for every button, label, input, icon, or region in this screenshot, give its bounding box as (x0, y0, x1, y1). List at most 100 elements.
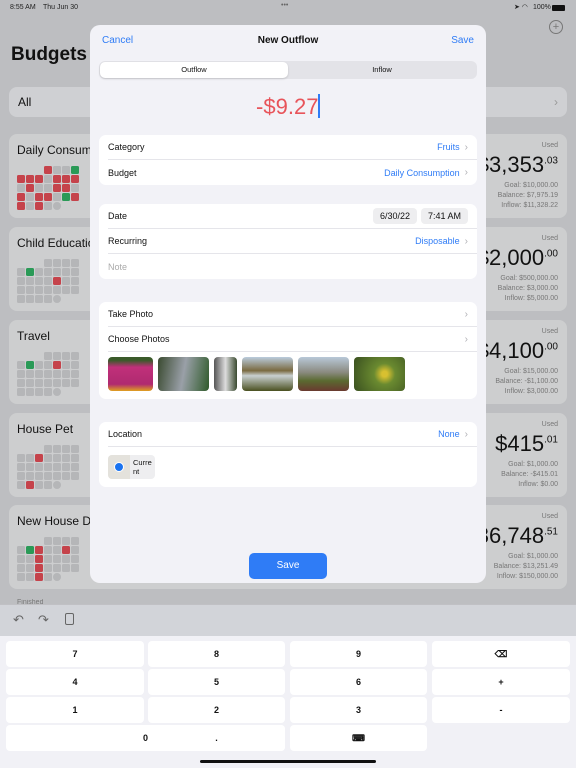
day-cell (62, 175, 70, 183)
note-field[interactable]: Note (108, 254, 477, 279)
day-cell (26, 295, 34, 303)
day-cell (71, 463, 79, 471)
recurring-label: Recurring (108, 236, 148, 246)
key-6[interactable]: 6 (290, 669, 427, 695)
day-cell (35, 370, 43, 378)
redo-icon[interactable]: ↷ (38, 612, 49, 628)
key-4[interactable]: 4 (6, 669, 144, 695)
add-budget-icon[interactable]: + (549, 20, 563, 34)
day-cell (35, 388, 43, 396)
category-group: Category Fruits › Budget Daily Consumption › (99, 135, 477, 185)
inflow-text: Inflow: $11,328.22 (501, 202, 558, 209)
current-location-label: Current (133, 458, 152, 476)
save-button[interactable]: Save (249, 553, 327, 579)
day-cell (35, 295, 43, 303)
key-5[interactable]: 5 (148, 669, 285, 695)
day-cell (17, 463, 25, 471)
location-row[interactable]: Location None › (108, 422, 477, 447)
day-cell (71, 184, 79, 192)
date-row: Date 6/30/22 7:41 AM (108, 204, 477, 229)
budget-stats: Goal: $1,000.00 Balance: -$415.01 Inflow: … (501, 460, 558, 490)
day-cell (53, 361, 61, 369)
day-cell (26, 546, 34, 554)
minus-key[interactable]: - (432, 697, 570, 723)
balance-text: Balance: $7,975.19 (497, 192, 558, 199)
day-cell (44, 352, 52, 360)
dismiss-keyboard-key[interactable]: ⌨ (290, 725, 427, 751)
day-cell (44, 564, 52, 572)
day-cell (62, 445, 70, 453)
day-cell (71, 166, 79, 174)
category-label: Category (108, 142, 145, 152)
amount-field[interactable]: -$9.27 (90, 94, 486, 120)
photo-thumbnail[interactable] (158, 357, 209, 391)
day-cell (44, 555, 52, 563)
day-cell (53, 193, 61, 201)
key-2[interactable]: 2 (148, 697, 285, 723)
day-cell (62, 463, 70, 471)
take-photo-row[interactable]: Take Photo › (108, 302, 477, 327)
day-cell (44, 295, 52, 303)
photo-thumbnail[interactable] (354, 357, 405, 391)
segment-inflow[interactable]: Inflow (288, 62, 476, 78)
key-3[interactable]: 3 (290, 697, 427, 723)
day-cell (53, 537, 61, 545)
day-cell (44, 445, 52, 453)
day-cell (17, 286, 25, 294)
day-cell (62, 564, 70, 572)
photo-thumbnail[interactable] (108, 357, 153, 391)
amount-cents: .00 (544, 248, 558, 260)
plus-key[interactable]: + (432, 669, 570, 695)
amount-whole: $415 (495, 431, 545, 456)
choose-photos-row[interactable]: Choose Photos › (108, 327, 477, 352)
recurring-row[interactable]: Recurring Disposable › (108, 229, 477, 254)
category-row[interactable]: Category Fruits › (108, 135, 477, 160)
day-cell (62, 193, 70, 201)
day-cell (17, 352, 25, 360)
current-location-button[interactable]: Current (108, 455, 155, 479)
day-cell (35, 481, 43, 489)
day-cell (17, 445, 25, 453)
all-label: All (18, 95, 32, 109)
budget-stats: Goal: $500,000.00 Balance: $3,000.00 Inflo… (498, 274, 558, 304)
day-cell (35, 175, 43, 183)
day-cell (53, 184, 61, 192)
day-cell (35, 573, 43, 581)
key-8[interactable]: 8 (148, 641, 285, 667)
save-nav-button[interactable]: Save (451, 35, 474, 46)
goal-text: Goal: $1,000.00 (508, 553, 558, 560)
undo-icon[interactable]: ↶ (13, 612, 24, 628)
budget-row[interactable]: Budget Daily Consumption › (108, 160, 477, 185)
day-cell (35, 555, 43, 563)
choose-photos-label: Choose Photos (108, 334, 170, 344)
used-label: Used (541, 421, 558, 428)
day-cell (26, 286, 34, 294)
date-picker[interactable]: 6/30/22 (372, 208, 417, 224)
home-indicator (200, 760, 376, 763)
photo-thumbnail[interactable] (298, 357, 349, 391)
segment-outflow[interactable]: Outflow (100, 62, 288, 78)
key-9[interactable]: 9 (290, 641, 427, 667)
day-cell (71, 175, 79, 183)
day-cell (71, 361, 79, 369)
budget-stats: Goal: $1,000.00 Balance: $13,251.49 Inflow… (494, 552, 558, 582)
key-1[interactable]: 1 (6, 697, 144, 723)
decimal-key[interactable]: . (148, 725, 285, 751)
day-cell (17, 193, 25, 201)
goal-text: Goal: $500,000.00 (500, 275, 558, 282)
day-cell (53, 259, 61, 267)
time-picker[interactable]: 7:41 AM (420, 208, 468, 224)
key-7[interactable]: 7 (6, 641, 144, 667)
day-cell (44, 463, 52, 471)
paste-icon[interactable] (65, 613, 74, 625)
photo-thumbnail[interactable] (242, 357, 293, 391)
multitasking-dots-icon[interactable]: ••• (281, 2, 288, 9)
balance-text: Balance: $13,251.49 (493, 563, 558, 570)
goal-text: Goal: $10,000.00 (504, 182, 558, 189)
day-cell (35, 537, 43, 545)
balance-text: Balance: -$415.01 (501, 471, 558, 478)
photo-thumbnail[interactable] (214, 357, 237, 391)
day-cell (62, 555, 70, 563)
day-cell (62, 454, 70, 462)
delete-key[interactable]: ⌫ (432, 641, 570, 667)
